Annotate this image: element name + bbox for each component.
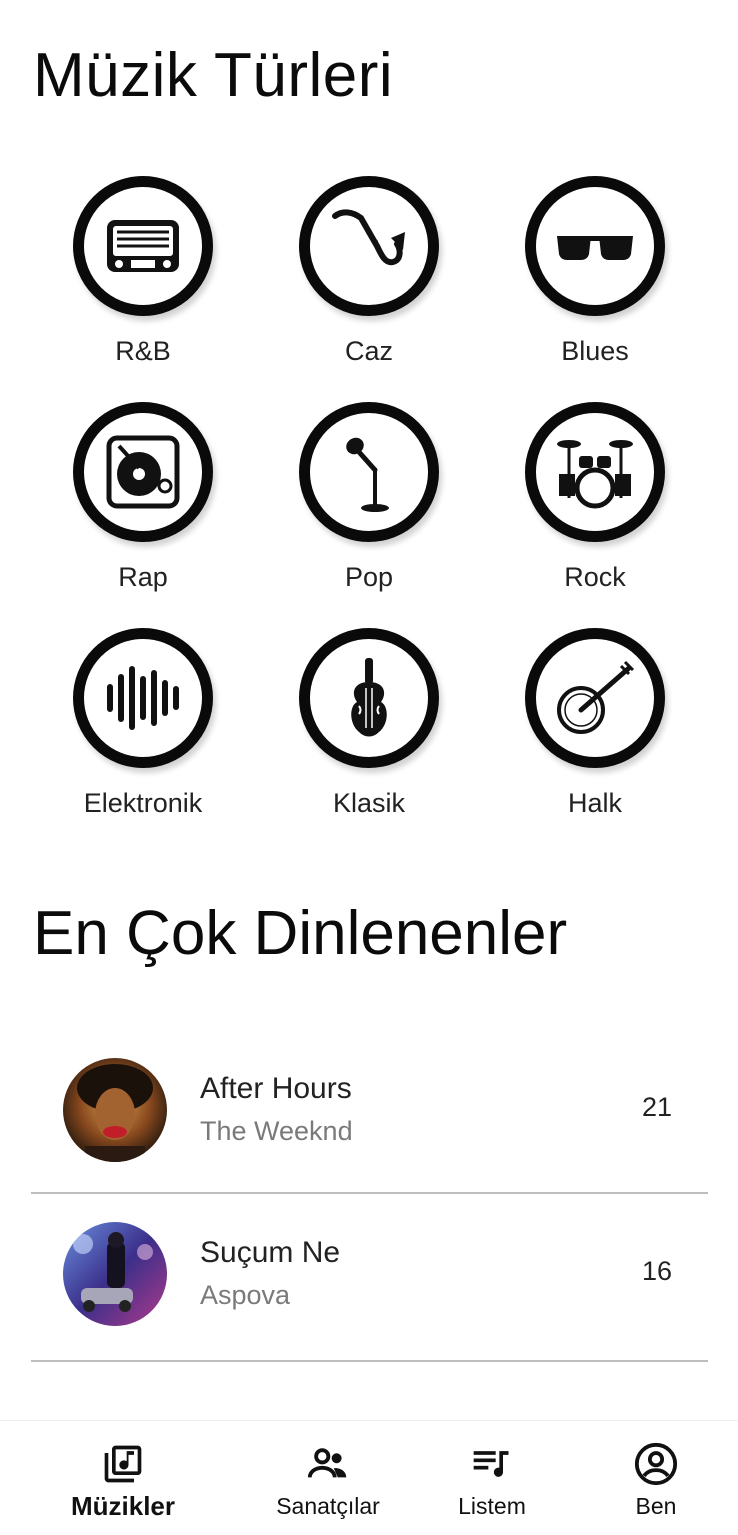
song-play-count: 16 xyxy=(641,1256,672,1286)
equalizer-icon xyxy=(107,666,179,730)
song-row[interactable]: Suçum Ne Aspova 16 xyxy=(31,1194,708,1362)
genre-rnb[interactable]: R&B xyxy=(43,176,243,367)
nav-label: Ben xyxy=(635,1493,677,1519)
account-circle-icon xyxy=(634,1442,678,1486)
nav-item-listem[interactable]: Listem xyxy=(440,1421,544,1535)
genre-label: Pop xyxy=(344,562,394,592)
nav-label: Listem xyxy=(458,1493,526,1519)
genre-pop[interactable]: Pop xyxy=(269,402,469,593)
genre-label: Rap xyxy=(118,562,168,592)
genre-jazz[interactable]: Caz xyxy=(269,176,469,367)
song-title: After Hours xyxy=(200,1072,352,1105)
bottom-navigation: Müzikler Sanatçılar Listem Ben xyxy=(0,1420,738,1535)
genre-electronic[interactable]: Elektronik xyxy=(43,628,243,819)
genre-label: Halk xyxy=(567,788,622,818)
nav-label: Sanatçılar xyxy=(276,1493,380,1519)
top-songs-list: After Hours The Weeknd 21 Suçum Ne Aspov… xyxy=(31,1030,708,1362)
genre-folk[interactable]: Halk xyxy=(495,628,695,819)
genre-classical[interactable]: Klasik xyxy=(269,628,469,819)
genre-label: R&B xyxy=(115,336,171,366)
playlist-icon xyxy=(473,1451,509,1477)
page-title: Müzik Türleri xyxy=(33,41,394,110)
nav-item-muzikler[interactable]: Müzikler xyxy=(50,1421,196,1535)
music-library-icon xyxy=(104,1445,142,1483)
turntable-icon xyxy=(106,435,180,509)
genre-label: Rock xyxy=(564,562,626,592)
song-artist: The Weeknd xyxy=(200,1116,353,1146)
song-artist: Aspova xyxy=(200,1280,291,1310)
nav-item-ben[interactable]: Ben xyxy=(616,1421,696,1535)
avatar xyxy=(63,1222,167,1326)
genre-blues[interactable]: Blues xyxy=(495,176,695,367)
drum-kit-icon xyxy=(557,440,633,509)
microphone-icon xyxy=(346,437,389,512)
genre-label: Elektronik xyxy=(83,788,203,818)
song-row[interactable]: After Hours The Weeknd 21 xyxy=(31,1030,708,1194)
radio-icon xyxy=(107,220,179,272)
genre-label: Klasik xyxy=(332,788,406,818)
nav-label: Müzikler xyxy=(70,1491,176,1521)
genre-label: Caz xyxy=(344,336,393,366)
genre-rock[interactable]: Rock xyxy=(495,402,695,593)
nav-item-sanatcilar[interactable]: Sanatçılar xyxy=(258,1421,398,1535)
genre-rap[interactable]: Rap xyxy=(43,402,243,593)
people-icon xyxy=(307,1448,347,1478)
violin-icon xyxy=(351,658,387,737)
avatar xyxy=(63,1058,167,1162)
saxophone-icon xyxy=(332,209,405,266)
section-title-top-listened: En Çok Dinlenenler xyxy=(33,899,568,968)
genre-label: Blues xyxy=(561,336,629,366)
song-title: Suçum Ne xyxy=(200,1236,341,1269)
song-play-count: 21 xyxy=(641,1092,672,1122)
banjo-icon xyxy=(557,660,635,734)
sunglasses-icon xyxy=(557,236,633,260)
